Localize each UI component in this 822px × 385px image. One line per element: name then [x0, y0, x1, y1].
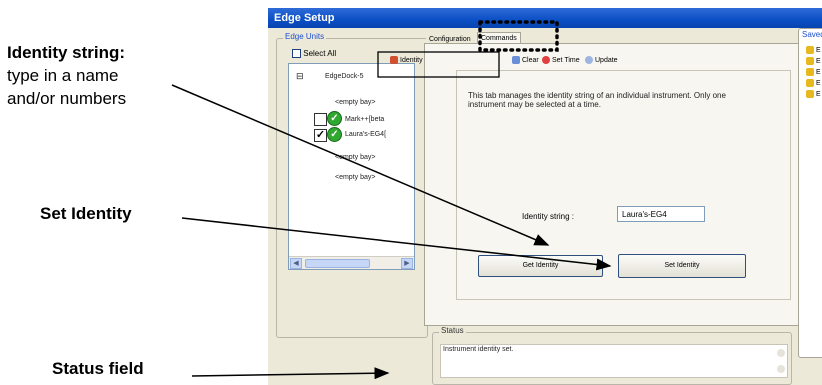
annotation-identity-desc-1: type in a name	[7, 66, 119, 85]
edge-setup-window: Edge Setup Edge Units Select All ⊟ EdgeD…	[268, 8, 822, 385]
identity-string-label: Identity string :	[522, 212, 575, 221]
bay-3-status-icon: ✓	[327, 127, 342, 142]
saved-item-3[interactable]: E	[806, 68, 821, 76]
tree-bay-3[interactable]: Laura's-EG4[	[345, 131, 386, 138]
annotation-identity-string: Identity string: type in a name and/or n…	[7, 41, 126, 110]
subtab-update[interactable]: Update	[585, 56, 618, 64]
key-icon	[806, 46, 814, 54]
key-icon	[806, 68, 814, 76]
status-field: Instrument identity set.	[440, 344, 788, 378]
tree-dock-label[interactable]: EdgeDock-5	[325, 73, 364, 80]
identity-description: This tab manages the identity string of …	[468, 91, 726, 109]
saved-item-1-label: E	[816, 46, 821, 54]
saved-item-2-label: E	[816, 57, 821, 65]
select-all-checkbox[interactable]: Select All	[292, 49, 337, 59]
saved-item-4-label: E	[816, 79, 821, 87]
tree-bay-1[interactable]: <empty bay>	[335, 99, 375, 106]
annotation-set-identity: Set Identity	[40, 202, 132, 225]
key-icon	[806, 79, 814, 87]
saved-item-5-label: E	[816, 90, 821, 98]
annotation-status-field-text: Status field	[52, 359, 144, 378]
key-icon	[806, 57, 814, 65]
saved-group: Saved	[798, 28, 822, 358]
subtab-set-time-label: Set Time	[552, 56, 580, 64]
clear-icon	[512, 56, 520, 64]
annotation-identity-desc-2: and/or numbers	[7, 89, 127, 108]
edge-units-tree[interactable]: ⊟ EdgeDock-5 <empty bay> ✓ Mark++[beta ✓…	[288, 63, 415, 270]
edge-units-legend: Edge Units	[283, 32, 327, 41]
saved-legend: Saved	[800, 30, 822, 39]
clock-icon	[542, 56, 550, 64]
status-text: Instrument identity set.	[443, 346, 514, 353]
select-all-box[interactable]	[292, 49, 301, 59]
subtab-identity[interactable]: Identity	[390, 56, 423, 64]
window-titlebar: Edge Setup	[268, 8, 822, 28]
tree-collapse-icon[interactable]: ⊟	[296, 71, 304, 82]
annotation-set-identity-text: Set Identity	[40, 204, 132, 223]
subtab-clear[interactable]: Clear	[512, 56, 539, 64]
identity-string-input[interactable]: Laura's-EG4	[617, 206, 705, 222]
annotation-identity-title: Identity string:	[7, 43, 126, 62]
tree-horizontal-scrollbar[interactable]: ◀ ▶	[289, 256, 414, 269]
status-scroll-up-icon[interactable]	[777, 349, 785, 357]
status-scroll-down-icon[interactable]	[777, 365, 785, 373]
subtab-clear-label: Clear	[522, 56, 539, 64]
subtab-set-time[interactable]: Set Time	[542, 56, 580, 64]
tree-bay-4[interactable]: <empty bay>	[335, 154, 375, 161]
key-icon	[806, 90, 814, 98]
annotation-status-field: Status field	[52, 357, 144, 380]
select-all-label: Select All	[303, 49, 337, 58]
saved-item-2[interactable]: E	[806, 57, 821, 65]
set-identity-button[interactable]: Set Identity	[618, 254, 746, 278]
bay-2-checkbox[interactable]	[314, 113, 327, 126]
saved-item-5[interactable]: E	[806, 90, 821, 98]
scroll-right-icon[interactable]: ▶	[401, 258, 413, 269]
saved-item-1[interactable]: E	[806, 46, 821, 54]
status-legend: Status	[439, 326, 466, 335]
saved-item-3-label: E	[816, 68, 821, 76]
bay-3-checkbox[interactable]: ✓	[314, 129, 327, 142]
bay-2-status-icon: ✓	[327, 111, 342, 126]
get-identity-button[interactable]: Get Identity	[478, 255, 603, 277]
subtab-identity-label: Identity	[400, 56, 423, 64]
saved-item-4[interactable]: E	[806, 79, 821, 87]
update-icon	[585, 56, 593, 64]
tree-bay-2[interactable]: Mark++[beta	[345, 116, 384, 123]
tree-bay-5[interactable]: <empty bay>	[335, 174, 375, 181]
subtab-update-label: Update	[595, 56, 618, 64]
scroll-left-icon[interactable]: ◀	[290, 258, 302, 269]
identity-icon	[390, 56, 398, 64]
scroll-thumb[interactable]	[305, 259, 370, 268]
